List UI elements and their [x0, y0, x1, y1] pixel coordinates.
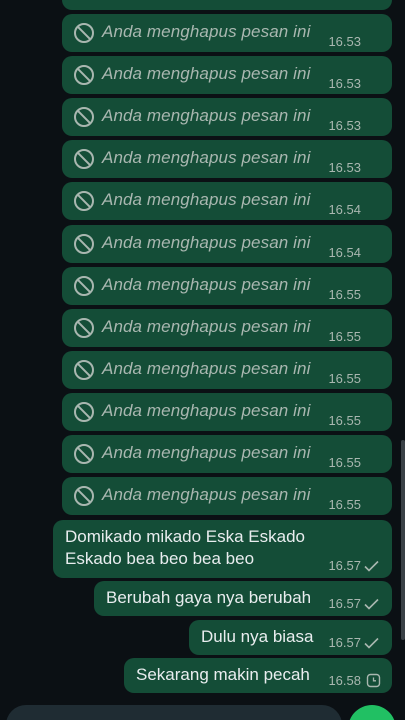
- message-bubble[interactable]: Dulu nya biasa 16.57: [189, 620, 392, 655]
- deleted-ban-icon: [74, 191, 94, 212]
- message-bubble[interactable]: Sekarang makin pecah 16.58: [124, 658, 392, 693]
- message-time: 16.57: [328, 596, 361, 611]
- deleted-message-bubble[interactable]: Anda menghapus pesan ini 16.54: [62, 182, 392, 221]
- message-time: 16.55: [328, 412, 361, 428]
- deleted-message-bubble[interactable]: Anda menghapus pesan ini 16.54: [62, 224, 392, 263]
- deleted-message-text: Anda menghapus pesan ini: [102, 22, 311, 41]
- deleted-message-bubble[interactable]: Anda menghapus pesan ini 16.53: [62, 56, 392, 95]
- message-time: 16.57: [328, 635, 361, 650]
- partial-message-bubble[interactable]: [62, 0, 392, 10]
- message-time: 16.55: [328, 370, 361, 386]
- deleted-ban-icon: [74, 149, 94, 170]
- message-bubble[interactable]: Domikado mikado Eska Eskado Eskado bea b…: [53, 520, 392, 578]
- message-time: 16.55: [328, 497, 361, 513]
- message-time: 16.53: [328, 76, 361, 92]
- sent-check-icon: [364, 637, 379, 649]
- deleted-message-text: Anda menghapus pesan ini: [102, 190, 311, 210]
- message-time: 16.54: [328, 202, 361, 218]
- deleted-message-text: Anda menghapus pesan ini: [102, 232, 311, 252]
- deleted-ban-icon: [74, 359, 94, 380]
- message-bubble[interactable]: Berubah gaya nya berubah 16.57: [94, 581, 392, 616]
- scrollbar[interactable]: [401, 440, 405, 640]
- deleted-ban-icon: [74, 317, 94, 338]
- message-text-line: Dulu nya biasa: [201, 627, 314, 646]
- deleted-message-text: Anda menghapus pesan ini: [102, 316, 311, 336]
- deleted-ban-icon: [74, 401, 94, 422]
- message-time: 16.53: [328, 160, 361, 176]
- pending-clock-icon: [366, 673, 381, 688]
- deleted-message-bubble[interactable]: Anda menghapus pesan ini 16.53: [62, 98, 392, 137]
- deleted-ban-icon: [74, 233, 94, 254]
- deleted-message-bubble[interactable]: Anda menghapus pesan ini 16.53: [62, 14, 392, 52]
- message-text-line: Berubah gaya nya berubah: [106, 588, 312, 607]
- message-time: 16.55: [328, 286, 361, 302]
- message-time: 16.54: [328, 244, 361, 260]
- deleted-message-text: Anda menghapus pesan ini: [102, 443, 311, 462]
- deleted-message-text: Anda menghapus pesan ini: [102, 148, 311, 168]
- sent-check-icon: [364, 598, 379, 610]
- mic-button[interactable]: [348, 705, 396, 720]
- message-text-line: Eskado bea beo bea beo: [65, 549, 255, 568]
- chat-area[interactable]: Anda menghapus pesan ini 16.53 Anda mengha…: [0, 0, 405, 720]
- message-time: 16.53: [328, 118, 361, 134]
- deleted-message-bubble[interactable]: Anda menghapus pesan ini 16.55: [62, 477, 392, 516]
- deleted-ban-icon: [74, 444, 94, 464]
- message-time: 16.55: [328, 328, 361, 344]
- deleted-message-text: Anda menghapus pesan ini: [102, 400, 311, 420]
- deleted-message-text: Anda menghapus pesan ini: [102, 106, 311, 126]
- message-time: 16.57: [328, 558, 361, 573]
- deleted-message-bubble[interactable]: Anda menghapus pesan ini 16.55: [62, 435, 392, 473]
- message-time: 16.53: [328, 34, 361, 49]
- deleted-message-text: Anda menghapus pesan ini: [102, 64, 311, 84]
- deleted-message-bubble[interactable]: Anda menghapus pesan ini 16.53: [62, 140, 392, 179]
- message-time: 16.55: [328, 455, 361, 470]
- message-text-line: Domikado mikado Eska Eskado: [65, 527, 306, 546]
- deleted-message-bubble[interactable]: Anda menghapus pesan ini 16.55: [62, 308, 392, 347]
- message-input-bar[interactable]: [6, 705, 342, 720]
- deleted-message-bubble[interactable]: Anda menghapus pesan ini 16.55: [62, 392, 392, 431]
- deleted-message-text: Anda menghapus pesan ini: [102, 358, 311, 378]
- deleted-ban-icon: [74, 65, 94, 86]
- deleted-message-text: Anda menghapus pesan ini: [102, 485, 311, 505]
- message-text-line: Sekarang makin pecah: [136, 665, 310, 684]
- message-time: 16.58: [328, 673, 361, 688]
- deleted-ban-icon: [74, 23, 94, 43]
- deleted-ban-icon: [74, 107, 94, 128]
- deleted-message-bubble[interactable]: Anda menghapus pesan ini 16.55: [62, 266, 392, 305]
- deleted-ban-icon: [74, 486, 94, 507]
- sent-check-icon: [364, 560, 379, 572]
- deleted-message-bubble[interactable]: Anda menghapus pesan ini 16.55: [62, 350, 392, 389]
- deleted-ban-icon: [74, 275, 94, 296]
- deleted-message-text: Anda menghapus pesan ini: [102, 274, 311, 294]
